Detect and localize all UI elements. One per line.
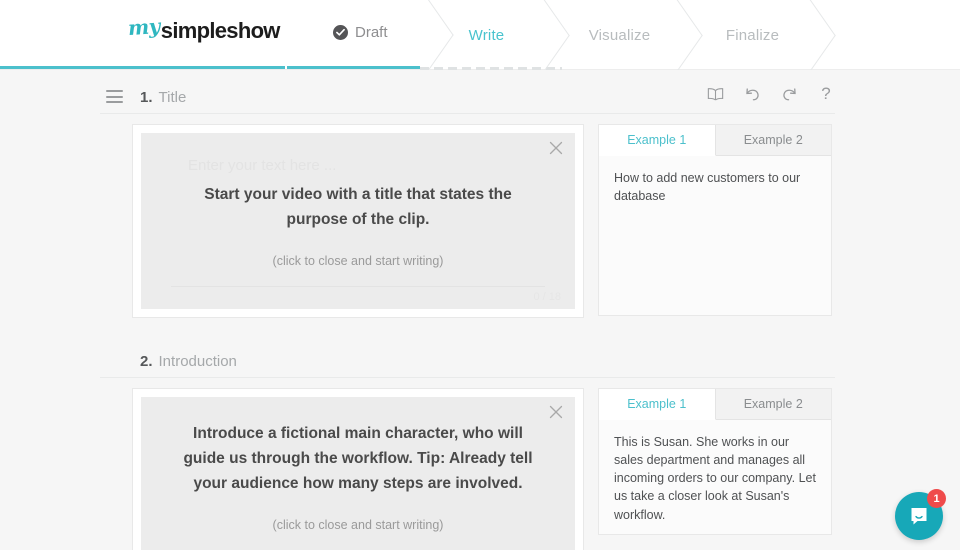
progress-bar-tick bbox=[285, 66, 287, 69]
text-editor-inner[interactable]: Enter your text here ... Start your vide… bbox=[141, 133, 575, 309]
editor-divider bbox=[171, 286, 545, 288]
example-panel: Example 1 Example 2 How to add new custo… bbox=[598, 124, 832, 316]
close-icon[interactable] bbox=[549, 141, 565, 157]
close-icon[interactable] bbox=[549, 405, 565, 421]
chat-unread-badge: 1 bbox=[927, 489, 946, 508]
editor-toolbar: ? bbox=[706, 85, 835, 103]
section-row-introduction: Introduce a fictional main character, wh… bbox=[132, 388, 835, 550]
content-area: 1. Title ? Enter your text here ... Star… bbox=[0, 70, 960, 550]
step-finalize[interactable]: Finalize bbox=[686, 0, 819, 70]
tab-example-1[interactable]: Example 1 bbox=[599, 125, 716, 156]
editor-placeholder: Enter your text here ... bbox=[188, 157, 337, 174]
undo-icon[interactable] bbox=[743, 85, 761, 103]
section-number: 1. bbox=[140, 89, 153, 106]
example-tabs: Example 1 Example 2 bbox=[599, 389, 831, 420]
step-visualize[interactable]: Visualize bbox=[553, 0, 686, 70]
editor-hint-text: Start your video with a title that state… bbox=[204, 186, 512, 229]
app-logo[interactable]: my simpleshow bbox=[127, 14, 281, 44]
section-number: 2. bbox=[140, 353, 153, 370]
text-editor-card[interactable]: Enter your text here ... Start your vide… bbox=[132, 124, 584, 318]
step-visualize-label: Visualize bbox=[588, 26, 651, 44]
dictionary-icon[interactable] bbox=[706, 85, 724, 103]
status-label: Draft bbox=[355, 24, 388, 41]
progress-bar-filled bbox=[0, 66, 420, 69]
editor-hint-text: Introduce a fictional main character, wh… bbox=[183, 425, 533, 493]
logo-my-text: my bbox=[127, 13, 161, 41]
text-editor-inner[interactable]: Introduce a fictional main character, wh… bbox=[141, 397, 575, 550]
drag-handle-icon[interactable] bbox=[106, 90, 123, 103]
section-header-title: 1. Title ? bbox=[100, 82, 835, 114]
tab-example-2[interactable]: Example 2 bbox=[715, 389, 831, 420]
chat-widget[interactable]: 1 bbox=[895, 489, 946, 540]
workflow-steps: Write Visualize Finalize bbox=[420, 0, 819, 70]
editor-click-note: (click to close and start writing) bbox=[272, 518, 444, 533]
section-title: Introduction bbox=[158, 353, 237, 370]
step-write-label: Write bbox=[468, 26, 505, 44]
example-body-text: This is Susan. She works in our sales de… bbox=[599, 420, 831, 534]
section-title: Title bbox=[158, 89, 187, 106]
character-counter: 0 / 18 bbox=[533, 291, 561, 303]
logo-simpleshow-text: simpleshow bbox=[160, 18, 281, 43]
example-body-text: How to add new customers to our database bbox=[599, 156, 831, 216]
step-finalize-label: Finalize bbox=[725, 26, 780, 44]
step-write[interactable]: Write bbox=[420, 0, 553, 70]
redo-icon[interactable] bbox=[780, 85, 798, 103]
editor-click-note: (click to close and start writing) bbox=[272, 254, 444, 269]
check-circle-icon bbox=[333, 25, 348, 40]
example-panel: Example 1 Example 2 This is Susan. She w… bbox=[598, 388, 832, 535]
help-icon[interactable]: ? bbox=[817, 85, 835, 103]
tab-example-2[interactable]: Example 2 bbox=[715, 125, 831, 156]
top-bar: my simpleshow Draft Write Visualize Fina… bbox=[0, 0, 960, 70]
tab-example-1[interactable]: Example 1 bbox=[599, 389, 716, 420]
section-header-introduction: 2. Introduction bbox=[100, 346, 835, 378]
status-badge[interactable]: Draft bbox=[333, 24, 388, 41]
example-tabs: Example 1 Example 2 bbox=[599, 125, 831, 156]
text-editor-card[interactable]: Introduce a fictional main character, wh… bbox=[132, 388, 584, 550]
section-row-title: Enter your text here ... Start your vide… bbox=[132, 124, 835, 318]
